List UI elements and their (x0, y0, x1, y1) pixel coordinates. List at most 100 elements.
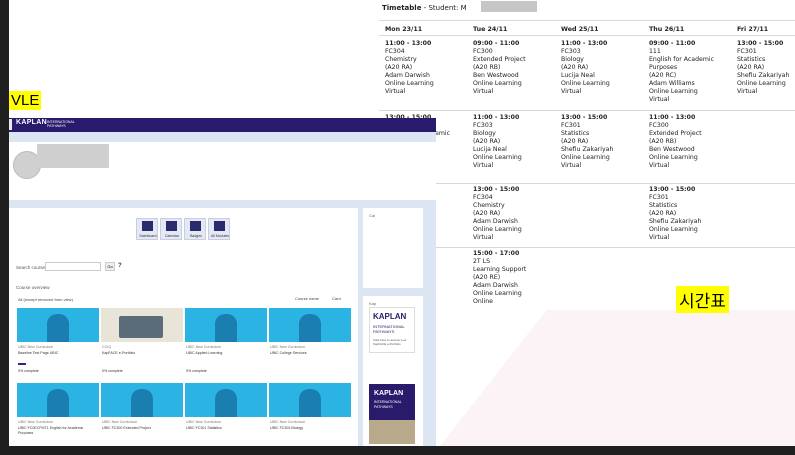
dashboard-main: Dashboard Calendar Badges All Modules Se… (9, 208, 358, 446)
course-card[interactable]: UBIC New Curriculum UBIC College Services (269, 308, 351, 378)
course-name[interactable]: UBIC FC0ECFMT1 English for Academic Purp… (18, 426, 98, 435)
course-overview-title: Course overview (16, 285, 50, 290)
search-input[interactable] (45, 262, 101, 271)
slot-time: 11:00 - 13:00 (473, 114, 520, 121)
course-image[interactable] (185, 383, 267, 417)
day-header: Mon 23/11 (385, 26, 423, 33)
slot-line: Learning Support (473, 266, 527, 273)
timetable-slot[interactable]: 09:00 - 11:00 111 English for Academic Purp… (649, 40, 737, 104)
course-name[interactable]: Baseline Test Page UBIC (18, 351, 98, 356)
slot-line: (A20 RA) (561, 64, 589, 71)
course-name[interactable]: UBIC College Services (270, 351, 350, 356)
slot-line: Online Learning (649, 154, 698, 161)
timetable-slot[interactable]: 11:00 - 13:00 FC303 Biology (A20 RA) Lucija … (473, 114, 561, 170)
slot-line: (A20 RA) (385, 64, 413, 71)
course-card[interactable]: UBIC New Curriculum UBIC FC301 Statistics (185, 383, 267, 446)
course-name[interactable]: KapFACE e-Portfolio (102, 351, 182, 356)
slot-line: FC301 (649, 194, 669, 201)
course-name[interactable]: UBIC Applied Learning (186, 351, 266, 356)
course-name[interactable]: UBIC FC303 Biology (270, 426, 350, 431)
banner-photo (369, 420, 415, 444)
course-card[interactable]: UBIC New Curriculum UBIC FC303 Biology (269, 383, 351, 446)
sort-dropdown[interactable]: Course name (295, 296, 319, 301)
timetable-slot[interactable]: 15:00 - 17:00 2T LS Learning Support (A20 R… (473, 250, 561, 306)
slot-line: Purposes (649, 64, 678, 71)
kaplan-banner[interactable]: KAPLAN INTERNATIONAL PATHWAYS (369, 384, 415, 444)
course-image[interactable] (269, 308, 351, 342)
timetable-slot[interactable]: 13:00 - 15:00 FC301 Statistics (A20 RA) Shef… (649, 186, 737, 242)
kapface-promo[interactable]: KAPLAN INTERNATIONAL PATHWAYS Click here… (369, 307, 415, 353)
course-card[interactable]: UBIC New Curriculum UBIC FC0ECFMT1 Englis… (17, 383, 99, 446)
course-category: UBIC New Curriculum (270, 345, 306, 349)
timetable-student: - Student: M (423, 4, 467, 12)
course-image[interactable] (101, 383, 183, 417)
screen-edge (0, 446, 795, 455)
timetable-slot[interactable]: 11:00 - 13:00 FC304 Chemistry (A20 RA) Adam … (385, 40, 473, 96)
slot-time: 11:00 - 13:00 (561, 40, 608, 47)
timetable-slot[interactable]: 11:00 - 13:00 FC300 Extended Project (A20 R… (649, 114, 737, 170)
divider (379, 35, 795, 36)
help-icon[interactable]: ? (118, 263, 124, 270)
course-category: CCIQ (102, 345, 111, 349)
slot-line: Virtual (737, 88, 758, 95)
course-image[interactable] (269, 383, 351, 417)
course-image-figure (215, 314, 237, 342)
slot-line: (A20 RC) (649, 72, 677, 79)
course-image[interactable] (101, 308, 183, 342)
slot-line: FC300 (649, 122, 669, 129)
timetable-slot[interactable]: 13:00 - 15:00 FC301 Statistics (A20 RA) Shef… (737, 40, 795, 96)
slot-line: Online Learning (473, 226, 522, 233)
quick-button-label: All Modules (210, 234, 230, 238)
course-category: UBIC New Curriculum (18, 420, 54, 424)
slot-line: Biology (473, 130, 496, 137)
dashboard-button[interactable]: Dashboard (136, 218, 158, 240)
course-card[interactable]: UBIC New Curriculum UBIC Applied Learning… (185, 308, 267, 378)
bookmark-icon (190, 221, 201, 231)
course-image[interactable] (17, 308, 99, 342)
slot-line: (A20 RE) (473, 274, 501, 281)
timetable-slot[interactable]: 09:00 - 11:00 FC300 Extended Project (A20 R… (473, 40, 561, 96)
slot-line: English for Academic (649, 56, 714, 63)
slot-line: Online Learning (561, 154, 610, 161)
course-image[interactable] (185, 308, 267, 342)
profile-card (9, 142, 436, 200)
slot-time: 13:00 - 15:00 (561, 114, 608, 121)
calendar-button[interactable]: Calendar (160, 218, 182, 240)
course-card[interactable]: CCIQ KapFACE e-Portfolio 0% complete (101, 308, 183, 378)
slot-line: Adam Darwish (473, 282, 518, 289)
slot-line: Virtual (473, 234, 494, 241)
divider (379, 183, 795, 184)
all-modules-button[interactable]: All Modules (208, 218, 230, 240)
promo-logo: KAPLAN (373, 312, 407, 321)
timetable-header: Timetable - Student: M (382, 4, 467, 12)
slot-line: FC303 (561, 48, 581, 55)
timetable-slot[interactable]: 11:00 - 13:00 FC303 Biology (A20 RA) Lucija … (561, 40, 649, 96)
course-filter-dropdown[interactable]: All (except removed from view) (18, 297, 73, 302)
kaplan-logo[interactable]: KAPLAN (16, 119, 47, 126)
course-image[interactable] (17, 383, 99, 417)
slot-line: Extended Project (649, 130, 702, 137)
course-card[interactable]: UBIC New Curriculum Baseline Test Page UB… (17, 308, 99, 378)
timetable-slot[interactable]: 13:00 - 15:00 FC304 Chemistry (A20 RA) Adam … (473, 186, 561, 242)
badges-button[interactable]: Badges (184, 218, 206, 240)
slot-line: Virtual (561, 88, 582, 95)
slot-line: Virtual (385, 88, 406, 95)
slot-line: Online Learning (561, 80, 610, 87)
course-name[interactable]: UBIC FC300 Extended Project (102, 426, 182, 431)
search-go-button[interactable]: Go (105, 262, 115, 271)
timetable-panel: Timetable - Student: M Mon 23/11 Tue 24/… (379, 0, 795, 305)
timetable-annotation-label: 시간표 (676, 286, 729, 313)
slot-line: FC304 (473, 194, 493, 201)
course-card[interactable]: UBIC New Curriculum UBIC FC300 Extended P… (101, 383, 183, 446)
course-name[interactable]: UBIC FC301 Statistics (186, 426, 266, 431)
slot-line: Shefiu Zakariyah (737, 72, 790, 79)
slot-line: Shefiu Zakariyah (561, 146, 614, 153)
promo-sub: INTERNATIONAL PATHWAYS (373, 324, 405, 334)
view-dropdown[interactable]: Card (332, 296, 341, 301)
slot-line: Ben Westwood (649, 146, 695, 153)
timetable-slot[interactable]: 13:00 - 15:00 FC301 Statistics (A20 RA) Shef… (561, 114, 649, 170)
slot-line: Chemistry (385, 56, 417, 63)
home-icon (142, 221, 153, 231)
slot-line: Extended Project (473, 56, 526, 63)
screenshot-root: Timetable - Student: M Mon 23/11 Tue 24/… (0, 0, 795, 455)
